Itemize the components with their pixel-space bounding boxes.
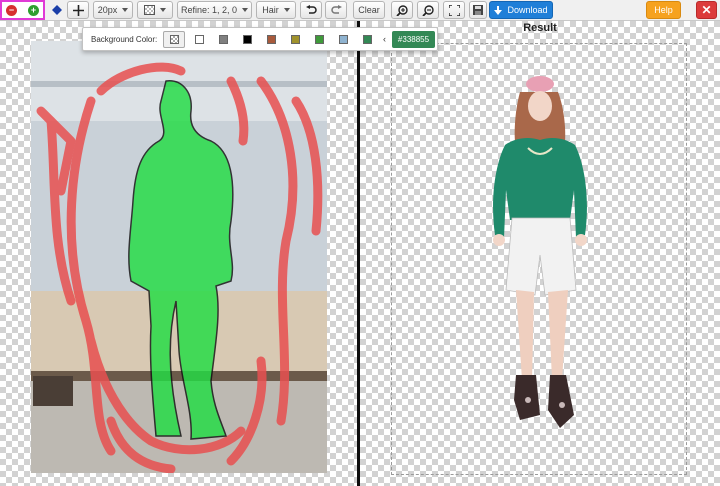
fullscreen-icon xyxy=(448,4,460,16)
close-button[interactable]: ✕ xyxy=(696,1,717,19)
zoom-in-icon xyxy=(396,4,408,16)
move-icon xyxy=(72,4,84,16)
color-swatch xyxy=(338,35,348,44)
color-swatch xyxy=(194,35,204,44)
hair-label: Hair xyxy=(262,5,279,15)
background-checker-icon xyxy=(144,5,155,15)
chevron-down-icon xyxy=(242,8,249,12)
color-swatch xyxy=(266,35,276,44)
swatch-brown[interactable] xyxy=(260,31,282,48)
color-swatch xyxy=(218,35,228,44)
download-button[interactable]: Download xyxy=(489,1,553,19)
download-arrow-icon xyxy=(494,5,503,15)
swatch-light-blue[interactable] xyxy=(332,31,354,48)
clear-button[interactable]: Clear xyxy=(353,1,385,19)
eraser-button[interactable] xyxy=(49,1,65,19)
swatch-green[interactable] xyxy=(308,31,330,48)
brush-size-value: 20px xyxy=(97,5,118,15)
color-hex-value[interactable]: #338855 xyxy=(392,31,435,48)
redo-button[interactable] xyxy=(325,1,347,19)
swatch-teal-green[interactable] xyxy=(356,31,378,48)
color-swatch xyxy=(314,35,324,44)
refine-dropdown[interactable]: Refine: 1, 2, 0 xyxy=(177,1,252,19)
chevron-down-icon xyxy=(122,8,129,12)
download-label: Download xyxy=(507,5,548,15)
toolbar: − + 20px Refine: 1, 2, 0 Hair Clear Down… xyxy=(0,0,720,21)
chevron-down-icon xyxy=(283,8,290,12)
background-color-popup: Background Color: ‹ #338855 xyxy=(82,27,438,51)
keep-mark-button[interactable]: + xyxy=(28,5,39,16)
swatch-gray[interactable] xyxy=(212,31,234,48)
remove-mark-button[interactable]: − xyxy=(6,5,17,16)
checker-swatch-icon xyxy=(169,35,179,44)
brush-size-dropdown[interactable]: 20px xyxy=(93,1,133,19)
fit-screen-button[interactable] xyxy=(443,1,465,19)
undo-icon xyxy=(305,5,317,14)
source-photo[interactable] xyxy=(31,41,327,473)
plus-circle-icon: + xyxy=(30,5,37,15)
background-color-label: Background Color: xyxy=(91,35,158,44)
help-button[interactable]: Help xyxy=(646,1,681,19)
undo-button[interactable] xyxy=(300,1,322,19)
close-icon: ✕ xyxy=(701,3,712,17)
swatch-white[interactable] xyxy=(188,31,210,48)
swatch-transparent[interactable] xyxy=(163,31,185,48)
floppy-disk-icon xyxy=(473,5,483,15)
hair-dropdown[interactable]: Hair xyxy=(256,1,296,19)
chevron-down-icon xyxy=(160,8,166,12)
color-swatch xyxy=(242,35,252,44)
color-swatch xyxy=(290,35,300,44)
background-color-dropdown[interactable] xyxy=(137,1,173,19)
result-cutout xyxy=(493,76,587,428)
help-label: Help xyxy=(654,5,673,15)
chevron-left-icon[interactable]: ‹ xyxy=(383,34,386,44)
minus-circle-icon: − xyxy=(8,5,15,15)
zoom-out-button[interactable] xyxy=(417,1,439,19)
swatch-black[interactable] xyxy=(236,31,258,48)
eraser-icon xyxy=(52,5,62,15)
redo-icon xyxy=(330,5,342,14)
clear-label: Clear xyxy=(358,5,380,15)
zoom-in-button[interactable] xyxy=(391,1,413,19)
save-button[interactable] xyxy=(469,1,487,19)
mark-mode-group: − + xyxy=(0,0,45,20)
zoom-out-icon xyxy=(422,4,434,16)
pan-button[interactable] xyxy=(67,1,89,19)
color-swatch xyxy=(362,35,372,44)
swatch-olive[interactable] xyxy=(284,31,306,48)
refine-label: Refine: 1, 2, 0 xyxy=(180,5,238,15)
